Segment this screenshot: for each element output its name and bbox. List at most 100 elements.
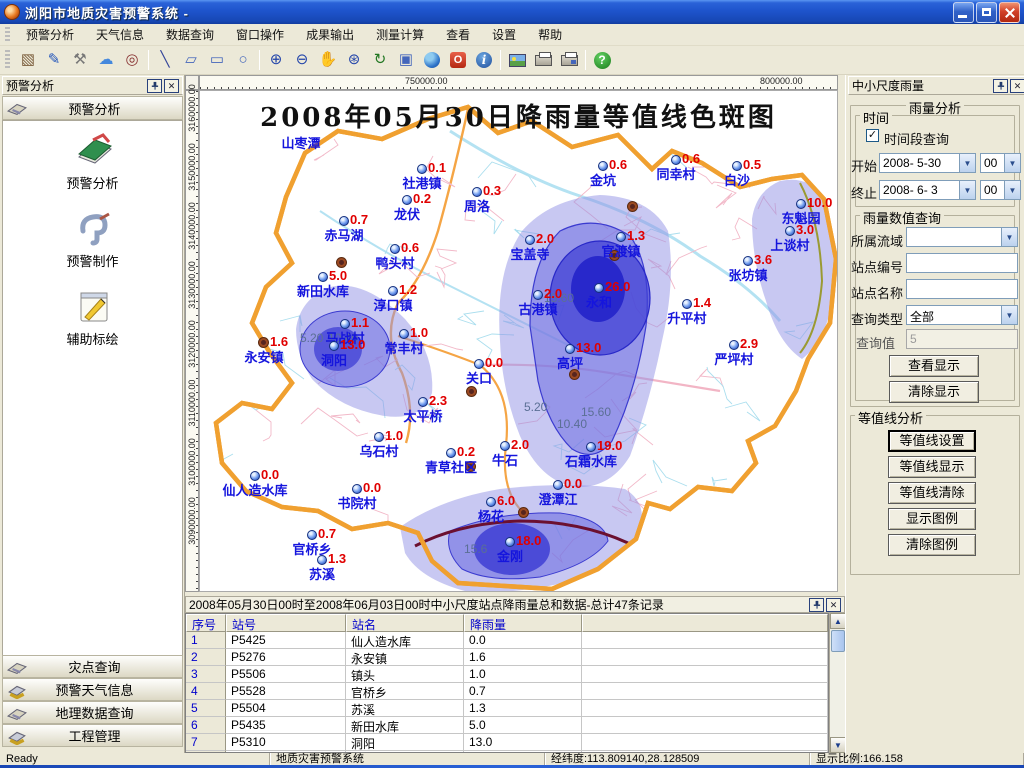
- print-preview-icon[interactable]: [557, 49, 581, 72]
- column-header-3[interactable]: 降雨量: [464, 614, 582, 632]
- basin-select[interactable]: ▼: [906, 227, 1018, 247]
- close-icon[interactable]: ✕: [826, 598, 841, 612]
- globe-icon[interactable]: [420, 49, 444, 72]
- menu-item-0[interactable]: 预警分析: [15, 24, 85, 45]
- globe-icon: [424, 52, 440, 68]
- chevron-down-icon[interactable]: ▼: [959, 154, 975, 172]
- draw-rectangle-icon[interactable]: ▭: [205, 49, 229, 72]
- copy-window-icon[interactable]: ▣: [394, 49, 418, 72]
- end-hour-select[interactable]: 00 ▼: [980, 180, 1021, 200]
- table-row[interactable]: 6P5435新田水库5.0: [186, 717, 828, 734]
- menu-item-4[interactable]: 成果输出: [295, 24, 365, 45]
- menu-item-7[interactable]: 设置: [481, 24, 527, 45]
- sidebar-item-预警制作[interactable]: 预警制作: [3, 199, 182, 277]
- table-row[interactable]: 3P5506镇头1.0: [186, 666, 828, 683]
- table-cell-filler: [582, 717, 828, 734]
- contour-button-3[interactable]: 显示图例: [888, 508, 976, 530]
- right-panel-header: 中小尺度雨量 ✕: [848, 76, 1024, 95]
- map-image-icon[interactable]: [505, 49, 529, 72]
- station-code-input[interactable]: [906, 253, 1018, 273]
- start-hour-select[interactable]: 00 ▼: [980, 153, 1021, 173]
- table-scrollbar[interactable]: ▲ ▼: [829, 613, 845, 753]
- draw-ellipse-icon[interactable]: ○: [231, 49, 255, 72]
- chevron-down-icon[interactable]: ▼: [1001, 306, 1017, 324]
- sidebar-item-预警分析[interactable]: 预警分析: [3, 121, 182, 199]
- clear-query-button[interactable]: 清除显示: [889, 381, 979, 403]
- menu-item-8[interactable]: 帮助: [527, 24, 573, 45]
- info-icon[interactable]: i: [472, 49, 496, 72]
- draw-polygon-icon[interactable]: ▱: [179, 49, 203, 72]
- table-cell: P5425: [226, 632, 346, 649]
- scroll-up-icon[interactable]: ▲: [830, 613, 846, 629]
- contour-button-4[interactable]: 清除图例: [888, 534, 976, 556]
- column-header-0[interactable]: 序号: [186, 614, 226, 632]
- stop-icon[interactable]: O: [446, 49, 470, 72]
- table-row[interactable]: 2P5276永安镇1.6: [186, 649, 828, 666]
- chevron-down-icon[interactable]: ▼: [1004, 154, 1020, 172]
- crosshair-icon[interactable]: ◎: [120, 49, 144, 72]
- cloud-icon[interactable]: ☁: [94, 49, 118, 72]
- menu-item-6[interactable]: 查看: [435, 24, 481, 45]
- help-icon[interactable]: ?: [590, 49, 614, 72]
- zoom-extent-icon[interactable]: ⊛: [342, 49, 366, 72]
- map-canvas[interactable]: 2008年05月30日降雨量等值线色斑图 5.2010.4015.605.201…: [199, 90, 838, 592]
- menu-item-2[interactable]: 数据查询: [155, 24, 225, 45]
- query-type-select[interactable]: 全部 ▼: [906, 305, 1018, 325]
- scroll-down-icon[interactable]: ▼: [830, 737, 846, 753]
- minimize-button[interactable]: [953, 2, 974, 23]
- station-label: 青草社区: [425, 457, 477, 476]
- column-header-2[interactable]: 站名: [346, 614, 464, 632]
- menu-item-3[interactable]: 窗口操作: [225, 24, 295, 45]
- contour-button-1[interactable]: 等值线显示: [888, 456, 976, 478]
- table-cell: 新田水库: [346, 717, 464, 734]
- table-row[interactable]: 1P5425仙人造水库0.0: [186, 632, 828, 649]
- end-date-select[interactable]: 2008- 6- 3 ▼: [879, 180, 976, 200]
- chevron-down-icon[interactable]: ▼: [959, 181, 975, 199]
- sidebar-item-辅助标绘[interactable]: 辅助标绘: [3, 277, 182, 355]
- sidebar-group-工程管理[interactable]: 工程管理: [2, 724, 183, 747]
- menu-item-5[interactable]: 测量计算: [365, 24, 435, 45]
- menu-item-1[interactable]: 天气信息: [85, 24, 155, 45]
- draw-polygon-icon: ▱: [182, 51, 200, 69]
- scroll-thumb[interactable]: [831, 630, 845, 652]
- chevron-down-icon[interactable]: ▼: [1001, 228, 1017, 246]
- station-label: 严坪村: [714, 349, 753, 368]
- paint-brush-icon[interactable]: ✎: [42, 49, 66, 72]
- contour-button-0[interactable]: 等值线设置: [888, 430, 976, 452]
- ruler-y-label: 3120000.00: [187, 314, 197, 374]
- menu-grip[interactable]: [5, 27, 10, 42]
- time-range-checkbox[interactable]: ✓: [866, 129, 879, 142]
- show-query-button[interactable]: 查看显示: [889, 355, 979, 377]
- pin-icon[interactable]: [147, 79, 162, 93]
- draw-line-icon[interactable]: ╲: [153, 49, 177, 72]
- pan-icon[interactable]: ✋: [316, 49, 340, 72]
- column-header-1[interactable]: 站号: [226, 614, 346, 632]
- sidebar-group-灾点查询[interactable]: 灾点查询: [2, 655, 183, 678]
- sidebar-group-预警天气信息[interactable]: 预警天气信息: [2, 678, 183, 701]
- station-name-input[interactable]: [906, 279, 1018, 299]
- sidebar-group-地理数据查询[interactable]: 地理数据查询: [2, 701, 183, 724]
- toolbar-grip[interactable]: [5, 50, 10, 70]
- refresh-icon[interactable]: ↻: [368, 49, 392, 72]
- zoom-in-icon[interactable]: ⊕: [264, 49, 288, 72]
- contour-button-2[interactable]: 等值线清除: [888, 482, 976, 504]
- table-row[interactable]: 5P5504苏溪1.3: [186, 700, 828, 717]
- restore-button[interactable]: [976, 2, 997, 23]
- close-button[interactable]: [999, 2, 1020, 23]
- close-icon[interactable]: ✕: [1010, 79, 1024, 93]
- hammer-icon[interactable]: ⚒: [68, 49, 92, 72]
- close-icon[interactable]: ✕: [164, 79, 179, 93]
- station-label: 仙人造水库: [222, 480, 287, 499]
- chevron-down-icon[interactable]: ▼: [1004, 181, 1020, 199]
- pin-icon[interactable]: [809, 598, 824, 612]
- map-edit-icon[interactable]: ▧: [16, 49, 40, 72]
- pin-icon[interactable]: [993, 79, 1008, 93]
- table-row[interactable]: 7P5310洞阳13.0: [186, 734, 828, 751]
- table-cell: 13.0: [464, 734, 582, 751]
- table-row[interactable]: 4P5528官桥乡0.7: [186, 683, 828, 700]
- project-icon: [7, 682, 27, 698]
- zoom-out-icon[interactable]: ⊖: [290, 49, 314, 72]
- start-date-select[interactable]: 2008- 5-30 ▼: [879, 153, 976, 173]
- sidebar-group-warning-analysis[interactable]: 预警分析: [2, 96, 183, 120]
- print-icon[interactable]: [531, 49, 555, 72]
